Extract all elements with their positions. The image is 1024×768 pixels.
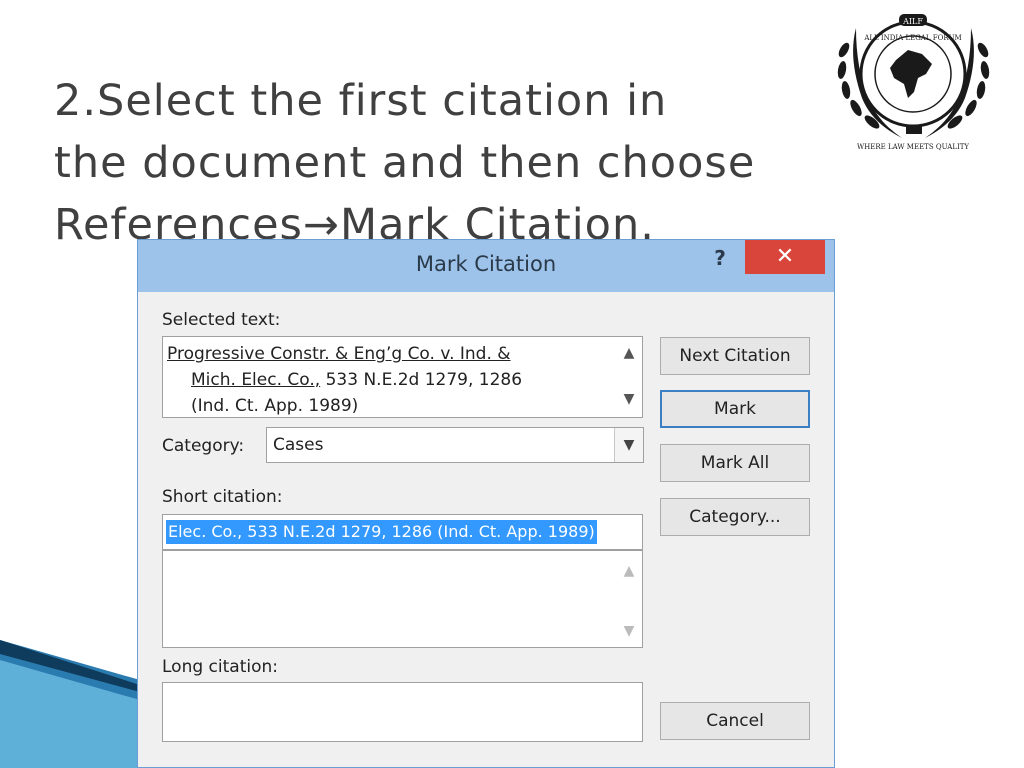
mark-citation-dialog: Mark Citation ? ✕ Selected text: Progres… (137, 239, 835, 768)
slide-title-line-2: the document and then choose (54, 138, 756, 188)
ailf-logo: AILF ALL INDIA LEGAL FORUM WHERE LAW MEE… (837, 14, 990, 151)
slide-title-line-1: 2.Select the first citation in (54, 76, 668, 126)
scroll-up-icon[interactable]: ▲ (616, 563, 642, 579)
help-button[interactable]: ? (708, 246, 732, 274)
selected-text-line-2b: 533 N.E.2d 1279, 1286 (320, 370, 523, 390)
logo-arc-text: ALL INDIA LEGAL FORUM (863, 34, 961, 42)
cancel-button[interactable]: Cancel (660, 702, 810, 740)
dialog-titlebar[interactable]: Mark Citation ? ✕ (138, 240, 834, 292)
mark-button[interactable]: Mark (660, 390, 810, 428)
category-select-value: Cases (273, 435, 324, 455)
logo-badge: AILF (902, 17, 923, 26)
category-label: Category: (162, 436, 245, 456)
short-citation-label: Short citation: (162, 487, 283, 507)
mark-all-button[interactable]: Mark All (660, 444, 810, 482)
long-citation-label: Long citation: (162, 657, 278, 677)
category-select[interactable]: Cases ▼ (266, 427, 644, 463)
scroll-up-icon[interactable]: ▲ (616, 345, 642, 361)
scroll-down-icon[interactable]: ▼ (616, 391, 642, 407)
selected-text-line-2: Mich. Elec. Co., 533 N.E.2d 1279, 1286 (167, 367, 522, 393)
selected-text-line-3: (Ind. Ct. App. 1989) (191, 396, 359, 416)
corner-decoration (0, 640, 140, 768)
close-button[interactable]: ✕ (745, 240, 825, 274)
scroll-down-icon[interactable]: ▼ (616, 623, 642, 639)
short-citation-value: Elec. Co., 533 N.E.2d 1279, 1286 (Ind. C… (166, 520, 597, 544)
category-button[interactable]: Category... (660, 498, 810, 536)
short-citation-list[interactable]: ▲ ▼ (162, 550, 643, 648)
selected-text-line-2a: Mich. Elec. Co., (191, 370, 321, 390)
selected-text-scrollbar[interactable]: ▲ ▼ (616, 337, 642, 417)
next-citation-button[interactable]: Next Citation (660, 337, 810, 375)
chevron-down-icon[interactable]: ▼ (614, 428, 643, 462)
selected-text-box[interactable]: Progressive Constr. & Eng’g Co. v. Ind. … (162, 336, 643, 418)
selected-text-label: Selected text: (162, 310, 281, 330)
short-citation-input[interactable]: Elec. Co., 533 N.E.2d 1279, 1286 (Ind. C… (162, 514, 643, 550)
logo-tagline: WHERE LAW MEETS QUALITY (857, 143, 969, 151)
selected-text-content: Progressive Constr. & Eng’g Co. v. Ind. … (167, 341, 522, 419)
slide-title: 2.Select the first citation in the docum… (54, 70, 854, 256)
long-citation-input[interactable] (162, 682, 643, 742)
selected-text-line-1: Progressive Constr. & Eng’g Co. v. Ind. … (167, 344, 511, 364)
short-citation-scrollbar[interactable]: ▲ ▼ (616, 551, 642, 647)
